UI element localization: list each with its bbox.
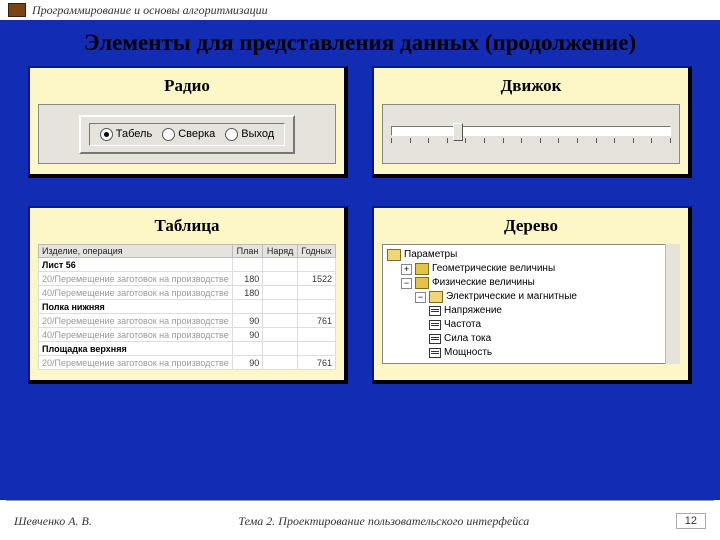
card-slider: Движок (372, 66, 692, 178)
folder-open-icon (387, 249, 401, 261)
slider-widget[interactable] (382, 104, 680, 164)
card-table-title: Таблица (38, 216, 336, 236)
radio-option-2[interactable]: Выход (225, 128, 274, 141)
table-row[interactable]: 40/Перемещение заготовок на производстве… (39, 286, 336, 300)
slide-body: Элементы для представления данных (продо… (0, 24, 720, 500)
data-table: Изделие, операция План Наряд Годных Лист… (38, 244, 336, 370)
radio-widget: Табель Сверка Выход (38, 104, 336, 164)
tree-node[interactable]: Напряжение (387, 304, 675, 318)
card-table: Таблица Изделие, операция План Наряд Год… (28, 206, 348, 384)
scrollbar[interactable] (665, 244, 680, 364)
card-radio: Радио Табель Сверка Выход (28, 66, 348, 178)
radio-option-1[interactable]: Сверка (162, 128, 215, 141)
radio-dot-icon (162, 128, 175, 141)
tree-node[interactable]: Мощность (387, 346, 675, 360)
header-bar: Программирование и основы алгоритмизации (0, 0, 720, 20)
document-icon (429, 334, 441, 344)
document-icon (429, 348, 441, 358)
col-3: Годных (297, 245, 335, 258)
table-row[interactable]: Полка нижняя (39, 300, 336, 314)
table-row[interactable]: 20/Перемещение заготовок на производстве… (39, 314, 336, 328)
col-2: Наряд (263, 245, 298, 258)
author: Шевченко А. В. (14, 514, 92, 529)
table-header-row: Изделие, операция План Наряд Годных (39, 245, 336, 258)
tree-node[interactable]: +Геометрические величины (387, 262, 675, 276)
table-row[interactable]: 20/Перемещение заготовок на производстве… (39, 356, 336, 370)
collapse-icon[interactable]: − (401, 278, 412, 289)
col-0: Изделие, операция (39, 245, 233, 258)
tree-root[interactable]: Параметры (387, 248, 675, 262)
folder-icon (415, 263, 429, 275)
radio-dot-icon (225, 128, 238, 141)
table-row[interactable]: Площадка верхняя (39, 342, 336, 356)
topic: Тема 2. Проектирование пользовательского… (92, 514, 676, 529)
slider-ticks (391, 138, 671, 143)
card-slider-title: Движок (382, 76, 680, 96)
tree-node[interactable]: −Физические величины (387, 276, 675, 290)
page-title: Элементы для представления данных (продо… (0, 30, 720, 56)
table-row[interactable]: 20/Перемещение заготовок на производстве… (39, 272, 336, 286)
course-title: Программирование и основы алгоритмизации (32, 3, 268, 18)
expand-icon[interactable]: + (401, 264, 412, 275)
radio-dot-icon (100, 128, 113, 141)
collapse-icon[interactable]: − (415, 292, 426, 303)
radio-option-0[interactable]: Табель (100, 128, 152, 141)
card-tree: Дерево Параметры +Геометрические величин… (372, 206, 692, 384)
footer: Шевченко А. В. Тема 2. Проектирование по… (0, 501, 720, 540)
slider-track[interactable] (391, 126, 671, 136)
tree-widget: Параметры +Геометрические величины−Физич… (382, 244, 680, 364)
tree-node[interactable]: Сила тока (387, 332, 675, 346)
tree-node[interactable]: Частота (387, 318, 675, 332)
slider-thumb[interactable] (453, 123, 463, 141)
card-tree-title: Дерево (382, 216, 680, 236)
folder-icon (429, 291, 443, 303)
card-radio-title: Радио (38, 76, 336, 96)
document-icon (429, 320, 441, 330)
cards-grid: Радио Табель Сверка Выход Движок (0, 66, 720, 384)
tree-node[interactable]: −Электрические и магнитные (387, 290, 675, 304)
document-icon (429, 306, 441, 316)
logo-icon (8, 3, 26, 17)
table-row[interactable]: Лист 56 (39, 258, 336, 272)
folder-icon (415, 277, 429, 289)
table-row[interactable]: 40/Перемещение заготовок на производстве… (39, 328, 336, 342)
col-1: План (232, 245, 263, 258)
page-number: 12 (676, 513, 706, 529)
